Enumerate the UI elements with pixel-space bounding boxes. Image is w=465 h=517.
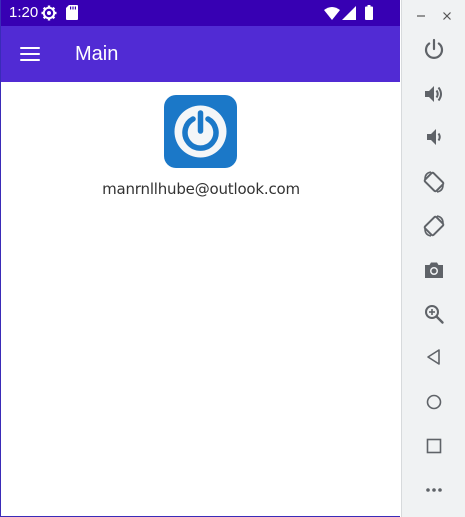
screenshot-button[interactable] — [418, 254, 450, 286]
rotate-left-icon — [423, 171, 445, 193]
main-content: manrnllhube@outlook.com — [1, 82, 400, 516]
gear-icon — [41, 5, 57, 21]
back-icon — [427, 349, 440, 365]
app-logo — [164, 95, 237, 168]
device-screen: 1:20 Main manrnllhube@outlook.com — [0, 0, 400, 517]
wifi-icon — [324, 7, 340, 20]
close-icon — [443, 12, 451, 20]
rotate-right-icon — [423, 215, 445, 237]
emulator-toolbar — [401, 0, 465, 517]
signal-icon — [342, 6, 356, 20]
minimize-button[interactable] — [412, 8, 430, 24]
hamburger-menu-button[interactable] — [13, 38, 47, 70]
app-bar: Main — [1, 26, 400, 82]
battery-icon — [365, 5, 373, 20]
volume-down-button[interactable] — [418, 121, 450, 153]
more-button[interactable] — [418, 474, 450, 506]
user-email: manrnllhube@outlook.com — [102, 180, 300, 198]
power-logo-icon — [174, 105, 227, 158]
overview-button[interactable] — [418, 430, 450, 462]
zoom-button[interactable] — [418, 298, 450, 330]
volume-up-button[interactable] — [418, 78, 450, 110]
zoom-icon — [425, 305, 444, 324]
sd-card-icon — [66, 5, 78, 20]
page-title: Main — [75, 43, 119, 65]
rotate-right-button[interactable] — [418, 210, 450, 242]
home-button[interactable] — [418, 386, 450, 418]
camera-icon — [425, 262, 443, 278]
minimize-icon — [417, 15, 425, 17]
status-time: 1:20 — [9, 4, 39, 21]
back-button[interactable] — [418, 341, 450, 373]
status-bar: 1:20 — [1, 0, 400, 26]
volume-down-icon — [427, 129, 441, 145]
rotate-left-button[interactable] — [418, 166, 450, 198]
close-button[interactable] — [438, 8, 456, 24]
power-button[interactable] — [418, 33, 450, 65]
hamburger-menu-icon — [20, 47, 40, 49]
home-icon — [426, 394, 442, 410]
volume-up-icon — [425, 86, 442, 102]
power-icon — [424, 38, 444, 59]
more-icon — [426, 488, 442, 492]
overview-icon — [426, 438, 442, 454]
